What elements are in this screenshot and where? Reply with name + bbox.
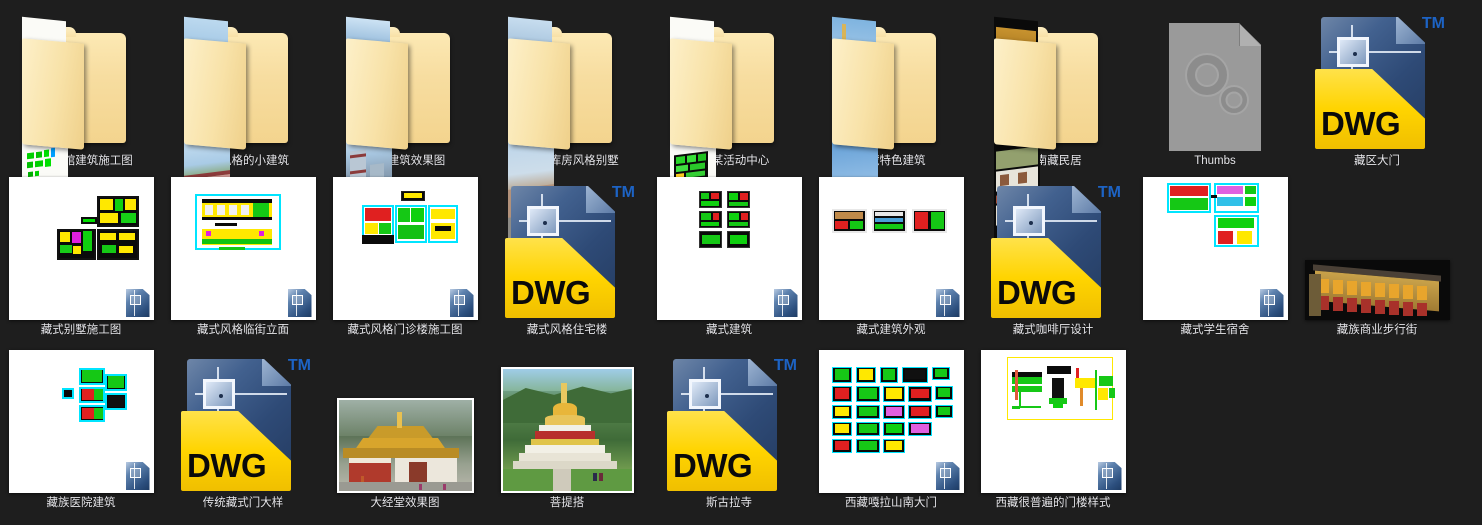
trademark-mark: TM xyxy=(287,357,311,374)
file-item[interactable]: 藏式风格临街立面 xyxy=(162,175,324,337)
file-label: 传统藏式门大样 xyxy=(202,497,284,509)
file-item[interactable]: 菩提搭 xyxy=(486,345,648,510)
photo-thumbnail[interactable] xyxy=(500,350,634,493)
file-label: 斯古拉寺 xyxy=(706,497,752,509)
cad-thumbnail[interactable] xyxy=(8,177,154,320)
autocad-badge-icon xyxy=(1259,289,1284,317)
file-label: 藏式风格住宅楼 xyxy=(526,324,608,336)
trademark-mark: TM xyxy=(773,357,797,374)
cad-thumbnail[interactable] xyxy=(818,177,964,320)
autocad-badge-icon xyxy=(287,289,312,317)
cad-thumbnail[interactable] xyxy=(818,350,964,493)
file-item[interactable]: 藏式风格门诊楼施工图 xyxy=(324,175,486,337)
file-label: 藏族医院建筑 xyxy=(46,497,116,509)
file-label: 藏式别墅施工图 xyxy=(40,324,122,336)
file-item[interactable]: DWG TM 斯古拉寺 xyxy=(648,345,810,510)
file-item[interactable]: 藏式建筑 xyxy=(648,175,810,337)
file-item[interactable]: 西藏特色建筑 xyxy=(810,8,972,246)
folder-icon-photo[interactable] xyxy=(346,16,464,246)
gear-icon-small xyxy=(1219,85,1249,115)
file-item[interactable]: 藏族土库房风格别墅 xyxy=(486,8,648,246)
file-label: Thumbs xyxy=(1194,155,1236,167)
file-item[interactable]: 藏族医院建筑 xyxy=(0,345,162,510)
file-item[interactable]: 云南藏民居 xyxy=(972,8,1134,246)
folder-icon-photo[interactable] xyxy=(994,16,1112,246)
file-item[interactable]: 藏式风格的小建筑 xyxy=(162,8,324,246)
dwg-badge-text: DWG xyxy=(187,447,267,484)
file-label: 藏族商业步行街 xyxy=(1336,324,1418,336)
cad-thumbnail[interactable] xyxy=(980,350,1126,493)
folder-icon-cad[interactable] xyxy=(22,16,140,246)
file-label: 藏式咖啡厅设计 xyxy=(1012,324,1094,336)
file-item[interactable]: 西藏很普遍的门楼样式 xyxy=(972,345,1134,510)
dwg-badge-text: DWG xyxy=(673,447,753,484)
autocad-badge-icon xyxy=(935,462,960,490)
autocad-badge-icon xyxy=(125,462,150,490)
file-item[interactable]: 大经堂效果图 xyxy=(324,345,486,510)
file-label: 西藏嘎拉山南大门 xyxy=(845,497,937,509)
dwg-file-icon[interactable]: DWG TM xyxy=(505,180,635,320)
folder-icon-photo[interactable] xyxy=(184,16,302,246)
dwg-file-icon[interactable]: DWG TM xyxy=(991,180,1121,320)
file-item[interactable]: 拉萨某活动中心 xyxy=(648,8,810,246)
file-item[interactable]: 藏式建筑外观 xyxy=(810,175,972,337)
autocad-badge-icon xyxy=(449,289,474,317)
dwg-badge-text: DWG xyxy=(997,274,1077,311)
autocad-badge-icon xyxy=(935,289,960,317)
cad-thumbnail[interactable] xyxy=(8,350,154,493)
folder-icon-cad[interactable] xyxy=(670,16,788,246)
cad-thumbnail[interactable] xyxy=(1142,177,1288,320)
trademark-mark: TM xyxy=(1421,15,1445,32)
autocad-badge-icon xyxy=(125,289,150,317)
file-label: 藏式建筑 xyxy=(706,324,752,336)
autocad-badge-icon xyxy=(1097,462,1122,490)
file-icon-grid: 藏式宾馆建筑施工图 藏式风格的小建筑 藏式建筑效果图 藏族土库房风格别墅 拉萨某… xyxy=(0,0,1482,525)
autocad-badge-icon xyxy=(773,289,798,317)
trademark-mark: TM xyxy=(1097,184,1121,201)
photo-thumbnail[interactable] xyxy=(336,350,474,493)
file-item[interactable]: 藏族商业步行街 xyxy=(1296,175,1458,337)
dwg-file-icon[interactable]: DWG TM xyxy=(667,353,797,493)
folder-icon-photo[interactable] xyxy=(508,16,626,246)
cad-thumbnail[interactable] xyxy=(332,177,478,320)
photo-thumbnail[interactable] xyxy=(1304,177,1450,320)
dwg-badge-text: DWG xyxy=(1321,105,1401,142)
folder-icon-photo[interactable] xyxy=(832,16,950,246)
dwg-file-icon[interactable]: DWG TM xyxy=(1315,11,1445,151)
file-item[interactable]: DWG TM 藏式咖啡厅设计 xyxy=(972,175,1134,337)
file-item[interactable]: DWG TM 藏区大门 xyxy=(1296,8,1458,168)
file-item[interactable]: 藏式宾馆建筑施工图 xyxy=(0,8,162,246)
file-label: 大经堂效果图 xyxy=(370,497,440,509)
file-label: 菩提搭 xyxy=(549,497,585,509)
file-item[interactable]: DWG TM 藏式风格住宅楼 xyxy=(486,175,648,337)
file-item[interactable]: Thumbs xyxy=(1134,8,1296,168)
file-label: 藏式学生宿舍 xyxy=(1180,324,1250,336)
file-item[interactable]: 藏式建筑效果图 xyxy=(324,8,486,246)
dwg-badge-text: DWG xyxy=(511,274,591,311)
file-item[interactable]: 西藏嘎拉山南大门 xyxy=(810,345,972,510)
dwg-file-icon[interactable]: DWG TM xyxy=(181,353,311,493)
file-label: 西藏很普遍的门楼样式 xyxy=(995,497,1111,509)
file-label: 藏式风格门诊楼施工图 xyxy=(347,324,463,336)
file-item[interactable]: 藏式学生宿舍 xyxy=(1134,175,1296,337)
file-item[interactable]: DWG TM 传统藏式门大样 xyxy=(162,345,324,510)
thumbs-db-icon[interactable] xyxy=(1169,23,1261,151)
cad-thumbnail[interactable] xyxy=(656,177,802,320)
trademark-mark: TM xyxy=(611,184,635,201)
file-label: 藏区大门 xyxy=(1354,155,1400,167)
cad-thumbnail[interactable] xyxy=(170,177,316,320)
file-label: 藏式建筑外观 xyxy=(856,324,926,336)
file-item[interactable]: 藏式别墅施工图 xyxy=(0,175,162,337)
file-label: 藏式风格临街立面 xyxy=(197,324,289,336)
